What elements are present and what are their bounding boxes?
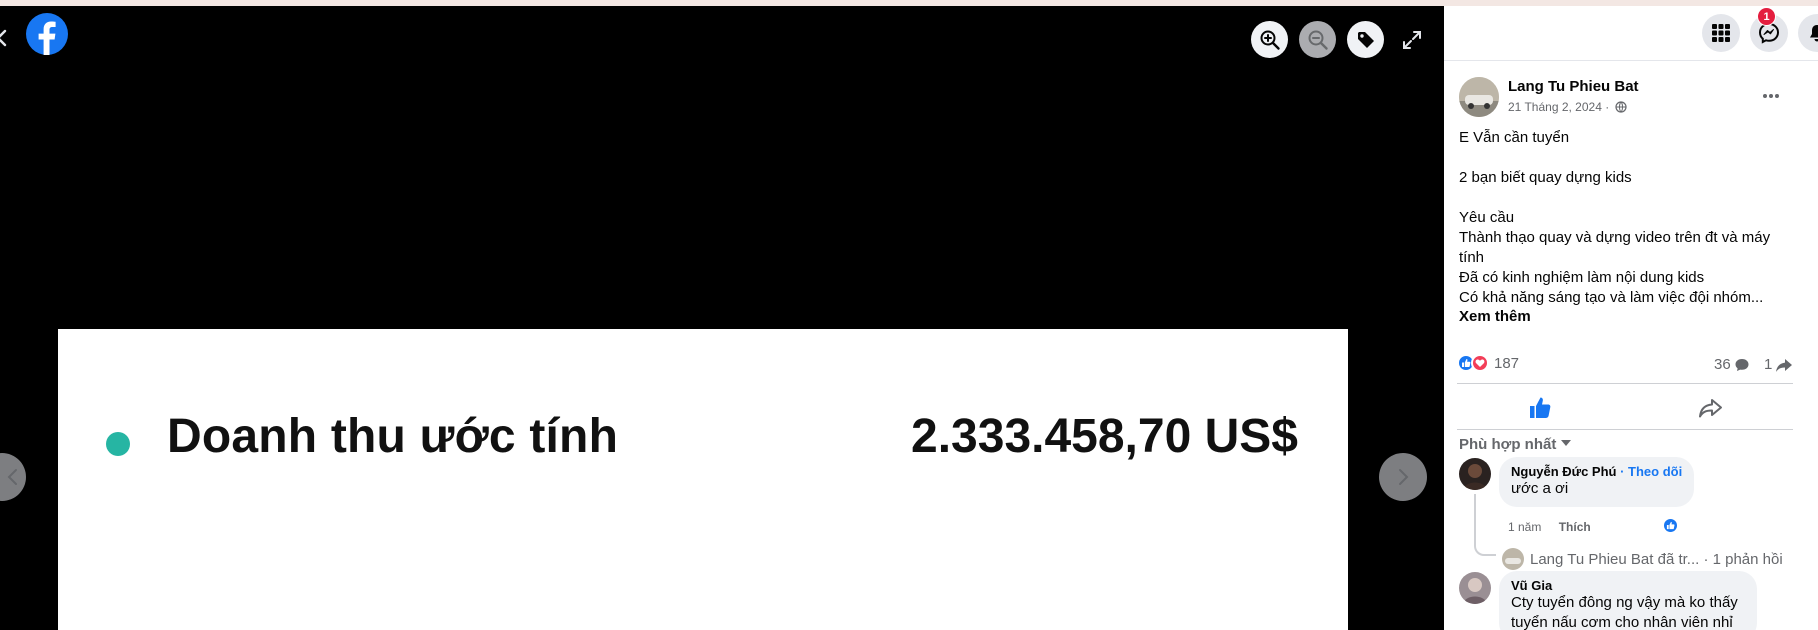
legend-dot	[106, 432, 130, 456]
chevron-right-icon	[1399, 469, 1409, 485]
divider	[1457, 383, 1793, 384]
comment-count-value: 36	[1714, 356, 1731, 373]
share-count[interactable]: 1	[1764, 356, 1793, 373]
zoom-in-button[interactable]	[1251, 21, 1288, 58]
post-body: E Vẫn cần tuyển 2 bạn biết quay dựng kid…	[1459, 128, 1779, 308]
zoom-out-button[interactable]	[1299, 21, 1336, 58]
comment-text-line: tuyển nấu cơm cho nhân viên nhỉ	[1511, 614, 1733, 630]
post-line: E Vẫn cần tuyển	[1459, 129, 1570, 146]
share-action-button[interactable]	[1696, 394, 1724, 422]
menu-button[interactable]	[1702, 14, 1740, 52]
post-line: Thành thạo quay và dựng video trên đt và…	[1459, 229, 1771, 246]
comment-like-link[interactable]: Thích	[1559, 520, 1591, 534]
messenger-unread-badge: 1	[1757, 7, 1776, 26]
reply-thread-line	[1474, 494, 1496, 556]
share-icon	[1776, 358, 1793, 372]
zoom-out-icon	[1308, 30, 1328, 50]
fullscreen-icon	[1403, 31, 1421, 49]
fullscreen-button[interactable]	[1400, 28, 1424, 52]
caret-down-icon	[1561, 440, 1572, 446]
like-action-button[interactable]	[1526, 394, 1554, 422]
photo-content: Doanh thu ước tính 2.333.458,70 US$	[58, 329, 1348, 630]
photo-metric-label: Doanh thu ước tính	[167, 410, 619, 463]
next-photo-button[interactable]	[1379, 453, 1427, 501]
post-author-name[interactable]: Lang Tu Phieu Bat	[1508, 78, 1639, 95]
post-options-button[interactable]	[1756, 84, 1786, 108]
follow-link[interactable]: · Theo dõi	[1616, 464, 1682, 479]
comment-bubble: Nguyễn Đức Phú · Theo dõi ước a ơi	[1499, 457, 1695, 507]
previous-photo-button[interactable]	[0, 453, 26, 501]
apps-grid-icon	[1712, 24, 1730, 42]
comment-count[interactable]: 36	[1714, 356, 1750, 373]
commenter-name[interactable]: Nguyễn Đức Phú	[1511, 464, 1616, 479]
post-date-text: 21 Tháng 2, 2024 ·	[1508, 100, 1610, 114]
reaction-count: 187	[1494, 354, 1520, 372]
sort-label: Phù hợp nhất	[1459, 436, 1557, 453]
comment-text-line: Cty tuyển đông ng vậy mà ko thấy	[1511, 594, 1738, 611]
see-more-link[interactable]: Xem thêm	[1459, 308, 1531, 325]
bell-icon	[1810, 25, 1818, 42]
globe-icon	[1614, 101, 1627, 113]
reactions-summary[interactable]: 187	[1457, 354, 1519, 372]
commenter-name-row: Nguyễn Đức Phú · Theo dõi	[1511, 464, 1682, 479]
close-viewer-button[interactable]	[0, 18, 16, 58]
tag-photo-button[interactable]	[1347, 21, 1384, 58]
like-reaction-icon	[1666, 521, 1675, 530]
reply-author-avatar	[1502, 548, 1524, 570]
commenter-name[interactable]: Vũ Gia	[1511, 578, 1745, 593]
view-replies-link[interactable]: Lang Tu Phieu Bat đã tr... · 1 phản hồi	[1502, 548, 1783, 570]
love-reaction-icon	[1471, 354, 1489, 372]
post-line: Có khả năng sáng tạo và làm việc đội nhó…	[1459, 289, 1764, 306]
photo-metric-amount: 2.333.458,70 US$	[911, 410, 1298, 463]
post-line: 2 bạn biết quay dựng kids	[1459, 169, 1632, 186]
more-horizontal-icon	[1763, 94, 1779, 98]
chevron-left-icon	[0, 29, 7, 47]
post-line	[1459, 148, 1779, 168]
chevron-left-icon	[7, 469, 17, 485]
facebook-logo[interactable]	[26, 13, 68, 55]
comment-icon	[1735, 358, 1749, 371]
post-line	[1459, 188, 1779, 208]
zoom-in-icon	[1260, 30, 1280, 50]
commenter-avatar[interactable]	[1459, 458, 1491, 490]
comment-meta: 1 năm Thích	[1508, 520, 1591, 534]
comment-sort-dropdown[interactable]: Phù hợp nhất	[1459, 436, 1572, 453]
divider	[1457, 429, 1793, 430]
post-line: Yêu cầu	[1459, 209, 1515, 226]
post-line: tính	[1459, 249, 1485, 266]
comment-text: ước a ơi	[1511, 480, 1569, 497]
photo-viewer: Doanh thu ước tính 2.333.458,70 US$	[0, 6, 1444, 630]
post-timestamp[interactable]: 21 Tháng 2, 2024 ·	[1508, 100, 1627, 114]
thumbs-up-icon	[1530, 397, 1551, 418]
post-side-panel: Lang Tu Phieu Bat 21 Tháng 2, 2024 · E V…	[1444, 6, 1818, 630]
comment-time[interactable]: 1 năm	[1508, 520, 1541, 534]
post-line: Đã có kinh nghiệm làm nội dung kids	[1459, 269, 1705, 286]
comment-like-badge[interactable]	[1662, 517, 1679, 534]
reply-summary-text: Lang Tu Phieu Bat đã tr... · 1 phản hồi	[1530, 550, 1783, 568]
facebook-f-icon	[38, 21, 56, 55]
share-arrow-icon	[1699, 399, 1722, 418]
commenter-avatar[interactable]	[1459, 572, 1491, 604]
share-count-value: 1	[1764, 356, 1773, 373]
comment-bubble: Vũ Gia Cty tuyển đông ng vậy mà ko thấy …	[1499, 571, 1757, 630]
author-avatar[interactable]	[1459, 77, 1499, 117]
tag-icon	[1357, 31, 1374, 48]
